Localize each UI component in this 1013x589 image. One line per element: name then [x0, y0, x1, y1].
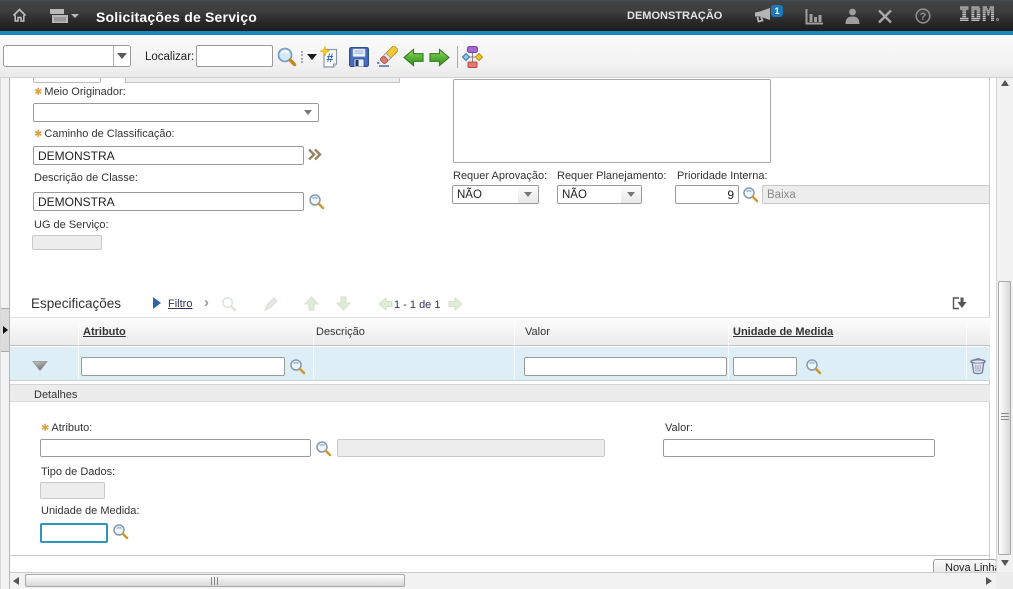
svg-text:#: # [327, 51, 334, 65]
svg-text:?: ? [920, 11, 927, 23]
